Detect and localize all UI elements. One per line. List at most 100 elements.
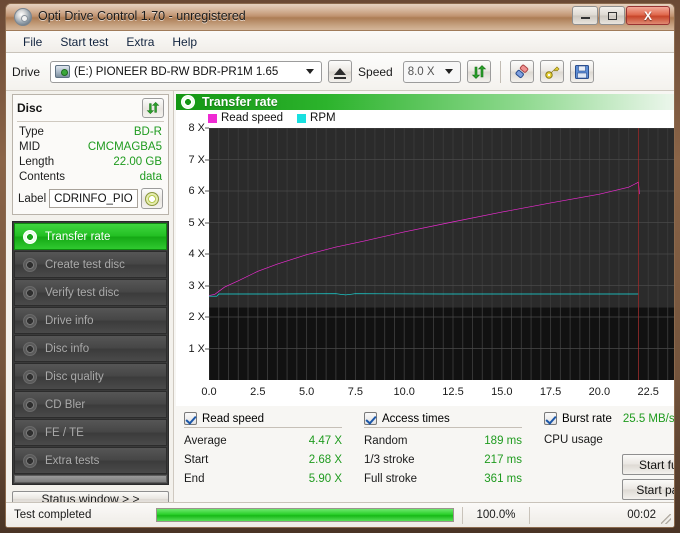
sidebar-item-label: FE / TE [45,426,84,439]
sidebar-item-label: Disc info [45,342,90,355]
result-value: 2.68 X [308,454,342,466]
read-speed-checkbox-row[interactable]: Read speed [184,412,342,428]
result-value: 189 ms [484,435,522,447]
y-axis-tick-label: 6 X [188,185,205,197]
burst-rate-checkbox-row[interactable]: Burst rate 25.5 MB/s [544,412,675,427]
sidebar-item-label: CD Bler [45,398,86,411]
application-window: Opti Drive Control 1.70 - unregistered X… [5,3,675,528]
sidebar-item-cd-bler[interactable]: CD Bler [14,391,167,418]
result-row-end: End 5.90 X [184,470,364,489]
toolbar: Drive (E:) PIONEER BD-RW BDR-PR1M 1.65 S… [6,53,674,91]
access-times-checkbox-row[interactable]: Access times [364,412,522,428]
burst-rate-checkbox[interactable] [544,412,557,425]
x-axis-tick-label: 5.0 [298,386,315,398]
eject-button[interactable] [328,60,353,83]
transfer-rate-chart: Read speed RPM 1 X2 X3 X4 X5 X6 X7 X8 X … [176,110,674,406]
progress-percent: 100.0% [462,506,530,524]
y-axis-tick-label: 7 X [188,153,205,166]
cd-disc-icon [145,191,159,206]
save-button[interactable] [569,60,594,83]
burst-rate-value: 25.5 MB/s [622,412,675,425]
refresh-icon [471,64,486,79]
results-burst: Burst rate 25.5 MB/s CPU usage 5 % Start… [544,412,675,500]
main-body: Disc Type BD-R MID CMCMAGBA5 Length 22.0… [6,91,675,507]
burst-rate-checkbox-label: Burst rate [562,412,612,425]
sidebar-item-fe-te[interactable]: FE / TE [14,419,167,446]
menu-item-file[interactable]: File [14,33,51,51]
disc-row-type-key: Type [19,126,44,138]
start-full-button[interactable]: Start full [622,454,674,475]
read-speed-checkbox-label: Read speed [202,412,265,425]
disc-panel-title: Disc [17,101,43,115]
left-panel: Disc Type BD-R MID CMCMAGBA5 Length 22.0… [6,91,174,507]
chart-title: Transfer rate [202,95,278,109]
speed-label: Speed [358,64,393,79]
resize-grip[interactable] [661,514,671,524]
read-speed-checkbox[interactable] [184,412,197,425]
drive-info-icon [23,313,37,328]
x-axis-tick-label: 10.0 [393,386,415,398]
result-value: 361 ms [484,473,522,485]
sidebar-item-extra-tests[interactable]: Extra tests [14,447,167,474]
y-axis-tick-label: 8 X [188,122,205,134]
legend-swatch-read-speed [208,113,217,123]
sidebar-item-drive-info[interactable]: Drive info [14,307,167,334]
sidebar-item-transfer-rate[interactable]: Transfer rate [14,223,167,250]
start-part-button[interactable]: Start part [622,479,674,500]
drive-select-value: (E:) PIONEER BD-RW BDR-PR1M 1.65 [74,65,279,78]
menu-item-start-test[interactable]: Start test [51,33,117,51]
disc-label-key: Label [18,192,47,205]
legend-label-read-speed: Read speed [221,112,284,124]
result-row-random: Random 189 ms [364,432,544,451]
chart-plot-area [209,128,674,380]
disc-label-input[interactable]: CDRINFO_PIO [49,189,138,208]
disc-panel-header: Disc [17,98,164,122]
results-access-times: Access times Random 189 ms 1/3 stroke 21… [364,412,544,500]
chart-header: Transfer rate [176,94,674,110]
sidebar-item-disc-quality[interactable]: Disc quality [14,363,167,390]
menu-item-help[interactable]: Help [163,33,206,51]
x-axis-tick-label: 20.0 [588,386,611,398]
disc-label-button[interactable] [141,188,163,209]
result-row-full-stroke: Full stroke 361 ms [364,470,544,489]
elapsed-time: 00:02 [627,509,656,521]
speed-select[interactable]: 8.0 X [402,60,461,83]
drive-select[interactable]: (E:) PIONEER BD-RW BDR-PR1M 1.65 [50,60,323,83]
disc-quality-icon [23,369,37,384]
sidebar-item-label: Create test disc [45,258,125,271]
title-bar: Opti Drive Control 1.70 - unregistered X [6,4,674,31]
eraser-icon [515,64,528,78]
toolbar-separator [499,60,501,83]
disc-refresh-button[interactable] [142,98,164,118]
access-times-checkbox[interactable] [364,412,377,425]
tools-button[interactable] [539,60,564,83]
refresh-button[interactable] [466,60,491,83]
close-button[interactable]: X [626,6,670,25]
result-key: Start [184,454,209,466]
action-buttons: Start full Start part [544,454,674,500]
minimize-button[interactable] [572,6,598,25]
chevron-down-icon [306,69,315,74]
disc-row-mid: MID CMCMAGBA5 [17,140,164,155]
sidebar-nav: Transfer rate Create test disc Verify te… [12,221,169,485]
x-axis-tick-label: 22.5 [637,386,659,398]
sidebar-item-disc-info[interactable]: Disc info [14,335,167,362]
save-floppy-icon [574,64,589,79]
key-icon [545,66,560,79]
legend-label-rpm: RPM [310,112,336,124]
result-value: 5 % [636,431,674,450]
disc-row-mid-key: MID [19,141,41,153]
result-value: 217 ms [484,454,522,466]
sidebar-item-label: Transfer rate [45,230,111,243]
drive-icon [55,65,71,78]
x-axis-tick-label: 15.0 [491,386,513,398]
menu-item-extra[interactable]: Extra [117,33,163,51]
maximize-button[interactable] [599,6,625,25]
sidebar-item-create-test-disc[interactable]: Create test disc [14,251,167,278]
eject-icon [334,68,347,79]
x-axis-tick-label: 7.5 [347,386,364,398]
app-disc-icon [14,8,32,26]
erase-button[interactable] [509,60,534,83]
disc-row-type-value: BD-R [133,126,162,138]
sidebar-item-verify-test-disc[interactable]: Verify test disc [14,279,167,306]
